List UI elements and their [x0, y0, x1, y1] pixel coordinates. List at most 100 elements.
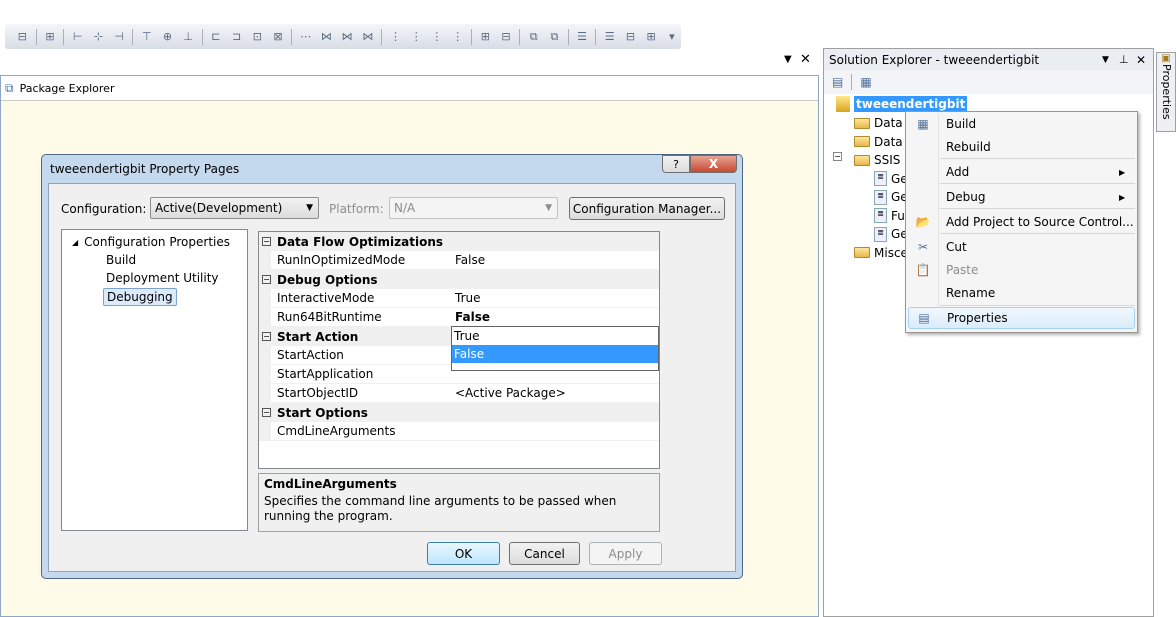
show-all-files-icon[interactable]: ▦ [860, 75, 871, 89]
menu-item-cut[interactable]: ✂ Cut [908, 236, 1135, 258]
grid-property-row[interactable]: Run64BitRuntime False [259, 308, 659, 327]
tree-item-build[interactable]: Build [106, 253, 136, 267]
close-button[interactable]: X [690, 155, 737, 173]
cancel-button[interactable]: Cancel [509, 542, 580, 565]
layout-tool-icon[interactable]: ⋯ [296, 28, 315, 46]
category-label: Data Flow Optimizations [277, 234, 444, 249]
grid-category[interactable]: − Debug Options [259, 270, 659, 289]
configuration-select[interactable]: Active(Development) ▼ [150, 197, 319, 219]
layout-tool-icon[interactable]: ⊢ [68, 28, 87, 46]
grid-property-row[interactable]: CmdLineArguments [259, 422, 659, 441]
layout-tool-icon[interactable]: ⊞ [642, 28, 661, 46]
tree-root[interactable]: ◢ Configuration Properties [72, 235, 230, 249]
toolbar-overflow-icon[interactable]: ▾ [663, 28, 682, 46]
add-folder-icon: 📂 [915, 215, 931, 229]
solution-explorer-titlebar: Solution Explorer - tweeendertigbit ▼ ⊥ … [824, 49, 1153, 70]
layout-tool-icon[interactable]: ⊣ [110, 28, 129, 46]
grid-property-row[interactable]: StartObjectID <Active Package> [259, 384, 659, 403]
layout-tool-icon[interactable]: ⊞ [476, 28, 495, 46]
submenu-arrow-icon: ▶ [1119, 167, 1126, 177]
layout-tool-icon[interactable]: ⋮ [448, 28, 467, 46]
dropdown-option-false[interactable]: False [452, 345, 658, 363]
collapse-icon[interactable]: − [833, 152, 842, 161]
layout-tool-icon[interactable]: ⊥ [179, 28, 198, 46]
menu-item-build[interactable]: ▦ Build [908, 113, 1135, 135]
property-name: StartApplication [259, 365, 451, 384]
tree-item-debugging[interactable]: Debugging [103, 288, 177, 306]
toolbar-separator [595, 28, 597, 45]
layout-tool-icon[interactable]: ⋮ [428, 28, 447, 46]
property-value[interactable] [451, 422, 659, 441]
menu-item-add[interactable]: Add ▶ [908, 161, 1135, 183]
layout-tool-icon[interactable]: ⧉ [524, 28, 543, 46]
menu-item-properties[interactable]: ▤ Properties [908, 307, 1135, 329]
layout-tool-icon[interactable]: ⊹ [89, 28, 108, 46]
window-position-dropdown-icon[interactable]: ▼ [784, 54, 792, 65]
submenu-arrow-icon: ▶ [1119, 192, 1126, 202]
close-icon[interactable]: ✕ [800, 52, 811, 67]
property-value[interactable]: False [451, 251, 659, 270]
dropdown-option-true[interactable]: True [452, 327, 658, 345]
tree-item[interactable]: ≣ Ge [874, 188, 908, 206]
tree-item-deployment-utility[interactable]: Deployment Utility [106, 271, 219, 285]
layout-tool-icon[interactable]: ⊠ [269, 28, 288, 46]
property-value[interactable]: False [451, 308, 659, 327]
layout-tool-icon[interactable]: ⊡ [248, 28, 267, 46]
menu-item-add-project-to-source-control[interactable]: 📂 Add Project to Source Control... [908, 211, 1135, 233]
toolbar-separator [381, 28, 383, 45]
properties-toolbar-icon[interactable]: ▤ [832, 75, 843, 89]
tree-item[interactable]: ≣ Ge [874, 170, 908, 188]
tree-item-label: Fu [891, 208, 905, 223]
dropdown-icon[interactable]: ▼ [1102, 55, 1109, 65]
layout-tool-icon[interactable]: ⋮ [407, 28, 426, 46]
configuration-manager-button[interactable]: Configuration Manager... [569, 197, 725, 220]
ok-button[interactable]: OK [427, 542, 500, 565]
pin-icon[interactable]: ⊥ [1119, 53, 1129, 66]
layout-tool-icon[interactable]: ⊕ [158, 28, 177, 46]
layout-tool-icon[interactable]: ⊞ [41, 28, 60, 46]
layout-tool-icon[interactable]: ☰ [573, 28, 592, 46]
layout-tool-icon[interactable]: ⋮ [386, 28, 405, 46]
tree-item[interactable]: Misce [854, 244, 908, 262]
layout-tool-icon[interactable]: ⊐ [227, 28, 246, 46]
platform-value: N/A [394, 201, 416, 215]
property-value[interactable]: <Active Package> [451, 384, 659, 403]
close-icon[interactable]: ✕ [1136, 53, 1146, 67]
help-button[interactable]: ? [662, 155, 690, 173]
grid-property-row[interactable]: RunInOptimizedMode False [259, 251, 659, 270]
grid-category[interactable]: − Start Options [259, 403, 659, 422]
menu-item-label: Paste [946, 263, 979, 277]
collapse-icon[interactable]: − [262, 332, 271, 341]
layout-tool-icon[interactable]: ⋈ [338, 28, 357, 46]
layout-tool-icon[interactable]: ⊟ [13, 28, 32, 46]
layout-tool-icon[interactable]: ⊤ [137, 28, 156, 46]
properties-side-tab[interactable]: ▣ Properties [1156, 52, 1176, 132]
project-icon [836, 96, 850, 112]
tree-item[interactable]: ≣ Ge [874, 225, 908, 243]
property-value[interactable]: True [451, 289, 659, 308]
configuration-label: Configuration: [61, 202, 147, 216]
menu-item-rebuild[interactable]: Rebuild [908, 136, 1135, 158]
layout-tool-icon[interactable]: ⊟ [621, 28, 640, 46]
layout-tool-icon[interactable]: ⊏ [207, 28, 226, 46]
menu-item-rename[interactable]: Rename [908, 282, 1135, 304]
expanded-triangle-icon: ◢ [72, 238, 79, 247]
layout-tool-icon[interactable]: ⋈ [317, 28, 336, 46]
collapse-icon[interactable]: − [262, 275, 271, 284]
layout-tool-icon[interactable]: ⋈ [358, 28, 377, 46]
menu-separator [940, 183, 1135, 184]
layout-tool-icon[interactable]: ⧉ [545, 28, 564, 46]
property-name: StartObjectID [259, 384, 451, 403]
menu-item-debug[interactable]: Debug ▶ [908, 186, 1135, 208]
property-name: Run64BitRuntime [259, 308, 451, 327]
tree-item[interactable]: ≣ Fu [874, 207, 905, 225]
layout-tool-icon[interactable]: ⊟ [497, 28, 516, 46]
layout-tool-icon[interactable]: ☰ [600, 28, 619, 46]
grid-property-row[interactable]: InteractiveMode True [259, 289, 659, 308]
collapse-icon[interactable]: − [262, 408, 271, 417]
package-explorer-header[interactable]: ⧉ Package Explorer [1, 76, 818, 101]
tree-item[interactable]: SSIS P [854, 151, 911, 169]
paste-icon: 📋 [915, 263, 931, 277]
collapse-icon[interactable]: − [262, 237, 271, 246]
grid-category[interactable]: − Data Flow Optimizations [259, 232, 659, 251]
